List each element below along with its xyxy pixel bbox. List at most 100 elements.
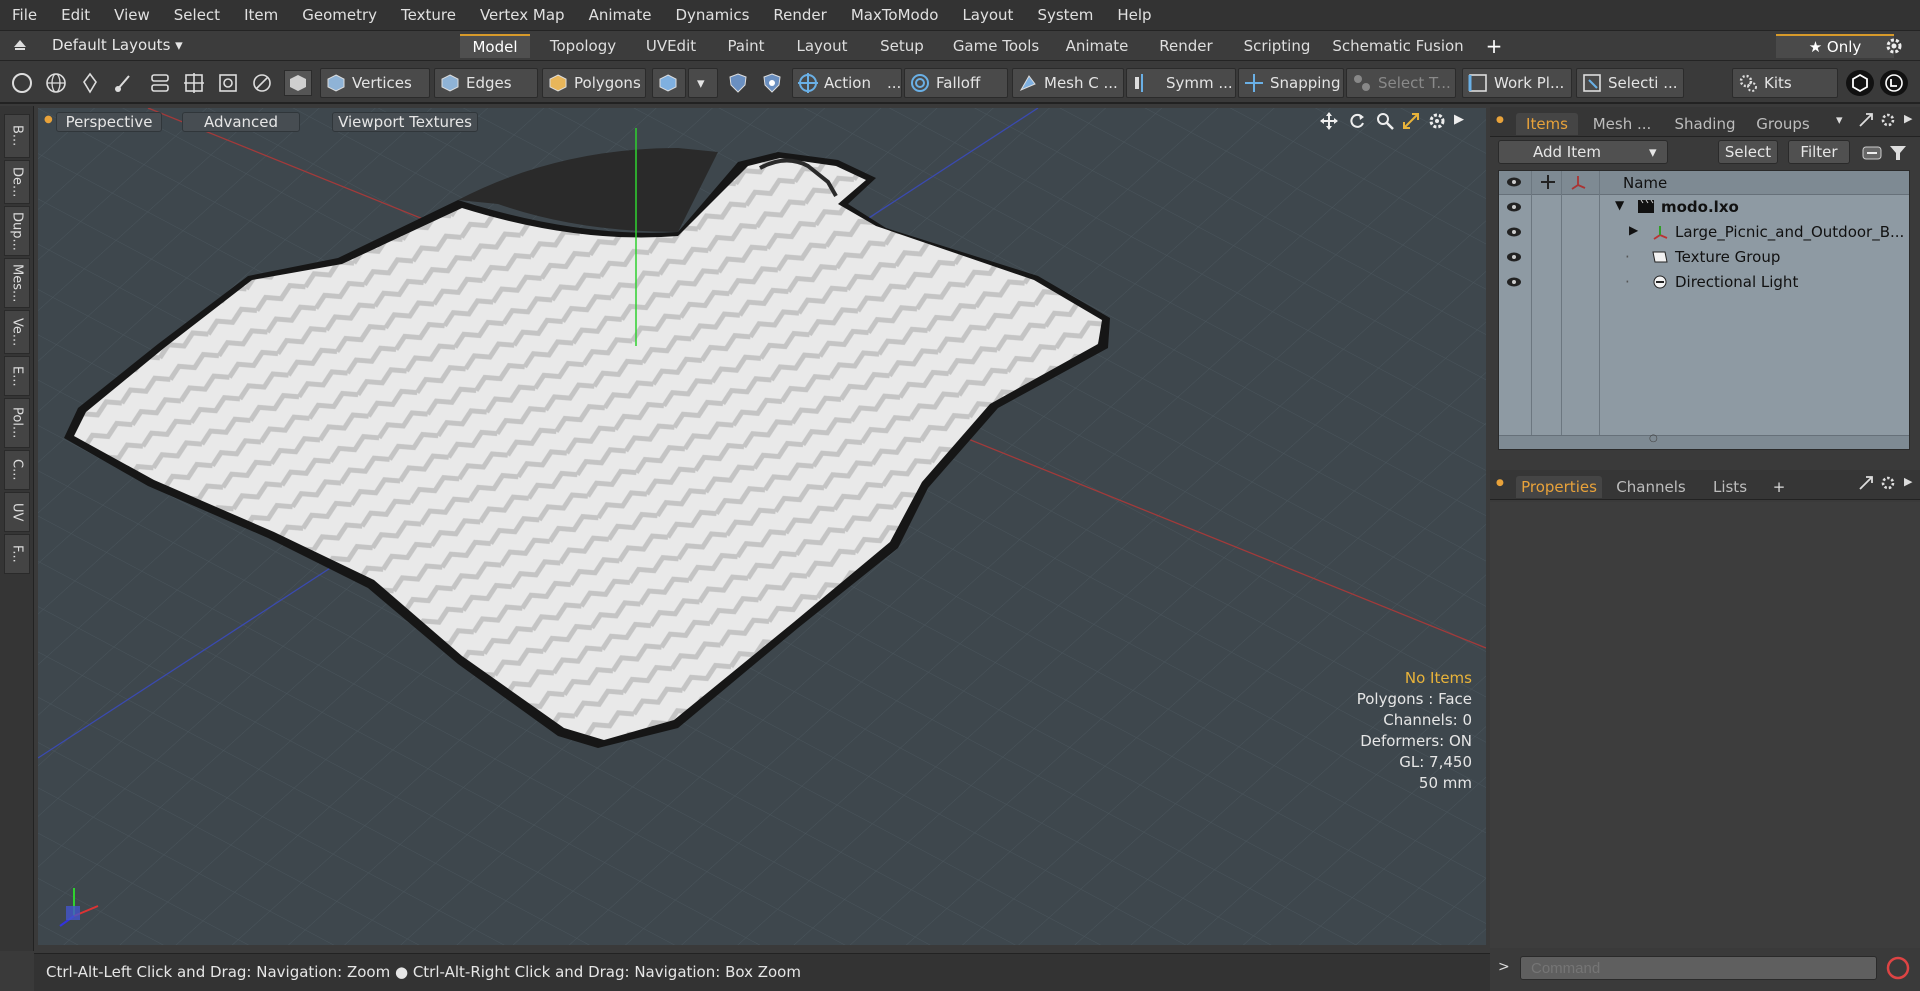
menu-file[interactable]: File [0,6,49,24]
selection-sets-button[interactable]: Selecti ... [1576,68,1684,98]
tab-lists[interactable]: Lists [1698,476,1762,498]
add-tab-button[interactable]: + [1476,34,1512,58]
symmetry-button[interactable]: Symm ... [1126,68,1236,98]
menu-help[interactable]: Help [1105,6,1163,24]
left-tab-edge[interactable]: E... [4,356,30,396]
filter-button[interactable]: Filter [1788,140,1850,164]
add-item-button[interactable]: Add Item ▾ [1498,140,1668,164]
left-tab-duplicate[interactable]: Dup... [4,206,30,256]
scroll-handle-icon[interactable]: ○ [1649,433,1658,444]
tree-row-modo-lxo[interactable]: ▼ modo.lxo [1499,195,1909,220]
add-panel-tab-button[interactable]: + [1768,476,1790,498]
left-tab-curve[interactable]: C... [4,450,30,490]
pan-icon[interactable] [1320,112,1338,134]
default-layouts-dropdown[interactable]: Default Layouts ▾ [52,36,183,54]
menu-maxtomodo[interactable]: MaxToModo [839,6,951,24]
menu-texture[interactable]: Texture [389,6,468,24]
zoom-icon[interactable] [1376,112,1394,134]
expand-icon[interactable] [1858,475,1874,495]
select-through-button[interactable]: Select T... [1346,68,1456,98]
visibility-header-icon[interactable] [1505,174,1523,194]
menu-select[interactable]: Select [162,6,232,24]
tree-row-mesh[interactable]: ▶ Large_Picnic_and_Outdoor_B... [1499,220,1909,245]
tab-uvedit[interactable]: UVEdit [636,34,706,58]
collapse-up-icon[interactable] [12,37,28,53]
tab-setup[interactable]: Setup [868,34,936,58]
tab-shading[interactable]: Shading [1668,113,1742,135]
left-tab-vertex[interactable]: Ve... [4,310,30,354]
shield-ball-icon[interactable] [758,70,786,96]
circle-slash-icon[interactable] [248,70,276,96]
expand-triangle-icon[interactable]: ▶ [1629,223,1638,237]
tab-groups[interactable]: Groups [1748,113,1818,135]
expand-triangle-icon[interactable]: ▼ [1615,198,1624,212]
tab-game-tools[interactable]: Game Tools [946,34,1046,58]
grid-move-icon[interactable] [180,70,208,96]
brush-icon[interactable] [110,70,138,96]
left-tab-uv[interactable]: UV [4,492,30,532]
maximize-icon[interactable] [1402,112,1420,134]
tab-mesh[interactable]: Mesh ... [1584,113,1660,135]
visibility-eye-icon[interactable] [1505,275,1523,293]
tab-channels[interactable]: Channels [1610,476,1692,498]
viewport-dot-icon[interactable]: ● [44,114,53,125]
tab-properties[interactable]: Properties [1516,476,1602,498]
snapping-button[interactable]: Snapping [1238,68,1344,98]
panel-gear-icon[interactable] [1880,112,1896,132]
tree-scrollbar[interactable]: ○ [1499,433,1909,449]
frame-icon[interactable] [214,70,242,96]
command-input[interactable] [1520,956,1877,980]
tab-animate[interactable]: Animate [1056,34,1138,58]
tab-layout[interactable]: Layout [786,34,858,58]
panel-arrow-icon[interactable]: ▶ [1904,475,1912,488]
advanced-button[interactable]: Advanced [182,112,300,132]
funnel-icon[interactable] [1888,144,1908,166]
menu-edit[interactable]: Edit [49,6,102,24]
tree-row-texture-group[interactable]: · Texture Group [1499,245,1909,270]
menu-item[interactable]: Item [232,6,290,24]
tab-schematic-fusion[interactable]: Schematic Fusion [1330,34,1466,58]
left-tab-fusion[interactable]: F... [4,534,30,574]
tab-scripting[interactable]: Scripting [1234,34,1320,58]
visibility-eye-icon[interactable] [1505,200,1523,218]
viewport-arrow-icon[interactable]: ▶ [1454,112,1464,127]
globe-icon[interactable] [42,70,70,96]
tab-topology[interactable]: Topology [540,34,626,58]
work-plane-button[interactable]: Work Pl... [1462,68,1572,98]
select-button[interactable]: Select [1718,140,1778,164]
collapse-icon[interactable] [1862,144,1882,166]
3d-viewport[interactable]: ● Perspective Advanced Viewport Textures… [38,108,1486,945]
visibility-eye-icon[interactable] [1505,250,1523,268]
left-tab-mesh-edit[interactable]: Mes... [4,258,30,308]
tree-row-directional-light[interactable]: · Directional Light [1499,270,1909,295]
stack-icon[interactable] [146,70,174,96]
viewport-textures-button[interactable]: Viewport Textures [332,112,478,132]
menu-animate[interactable]: Animate [577,6,664,24]
item-mode-icon[interactable] [284,70,312,96]
tab-paint[interactable]: Paint [716,34,776,58]
panel-arrow-icon[interactable]: ▶ [1904,112,1912,125]
tab-render[interactable]: Render [1148,34,1224,58]
menu-dynamics[interactable]: Dynamics [663,6,761,24]
properties-panel-dot-icon[interactable]: ● [1496,478,1504,488]
name-column-header[interactable]: Name [1623,174,1667,192]
unreal-icon[interactable] [1880,70,1908,96]
record-icon[interactable] [1884,954,1912,986]
material-mode-button[interactable] [652,68,686,98]
kits-button[interactable]: Kits [1732,68,1838,98]
left-tab-basic[interactable]: B... [4,114,30,158]
perspective-button[interactable]: Perspective [56,112,162,132]
shield-icon[interactable] [724,70,752,96]
menu-vertex-map[interactable]: Vertex Map [468,6,577,24]
items-panel-dot-icon[interactable]: ● [1496,115,1504,125]
lock-header-icon[interactable] [1539,173,1557,195]
tabs-dropdown-icon[interactable]: ▾ [1836,113,1843,128]
panel-gear-icon[interactable] [1880,475,1896,495]
rotate-icon[interactable] [1348,112,1366,134]
tab-items[interactable]: Items [1516,113,1578,135]
mesh-constraint-button[interactable]: Mesh C ... [1012,68,1124,98]
left-tab-polygon[interactable]: Pol... [4,398,30,448]
unity-icon[interactable] [1846,70,1874,96]
polygons-button[interactable]: Polygons [542,68,646,98]
left-tab-deform[interactable]: De... [4,160,30,204]
